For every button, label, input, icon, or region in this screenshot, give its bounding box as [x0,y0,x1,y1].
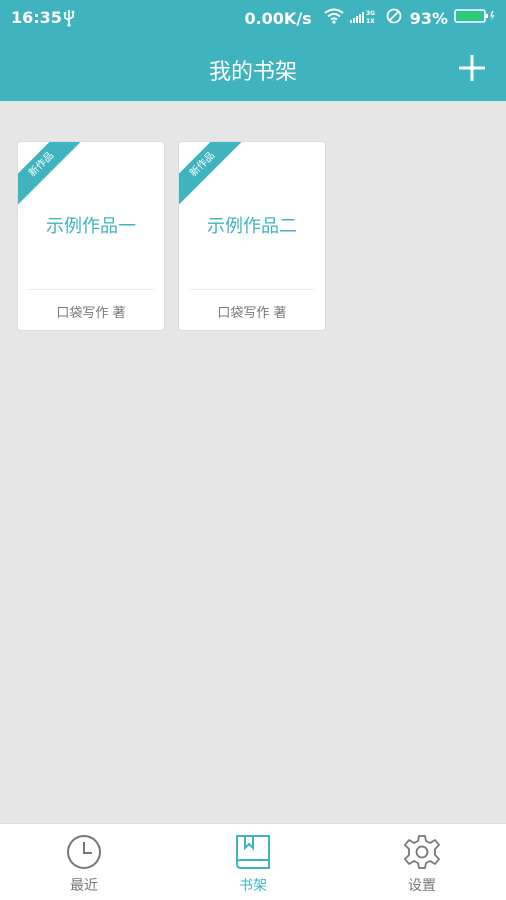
plus-icon [459,55,485,81]
add-book-button[interactable] [456,52,488,84]
clock-icon [67,835,101,869]
header: 我的书架 [0,36,506,101]
status-bar: 16:35 0.00K/s 3G 1X 93% [0,0,506,36]
tab-label: 最近 [70,878,98,894]
tab-recent[interactable]: 最近 [0,824,168,900]
svg-text:1X: 1X [366,18,375,24]
do-not-disturb-icon [386,8,402,28]
divider [28,289,154,290]
bookshelf: 新作品 示例作品一 口袋写作 著 新作品 示例作品二 口袋写作 著 [0,101,506,823]
book-title: 示例作品一 [46,216,136,237]
bottom-tab-bar: 最近 书架 设置 [0,823,506,900]
book-title: 示例作品二 [207,216,297,237]
status-indicators: 0.00K/s 3G 1X 93% [244,8,496,28]
tab-label: 设置 [408,878,436,894]
status-time: 16:35 [11,8,62,27]
tab-label: 书架 [239,878,267,894]
new-badge: 新作品 [18,142,86,209]
book-card[interactable]: 新作品 示例作品一 口袋写作 著 [17,141,165,331]
book-icon [236,835,270,869]
net-speed: 0.00K/s [244,8,312,28]
battery-percent: 93% [409,8,448,28]
wifi-icon [324,8,344,28]
new-badge: 新作品 [179,142,247,209]
svg-text:3G: 3G [366,10,375,17]
top-app-bar: 16:35 0.00K/s 3G 1X 93% 我的书架 [0,0,506,101]
book-author: 口袋写作 著 [56,306,126,321]
gear-icon [404,835,440,869]
tab-bookshelf[interactable]: 书架 [169,824,337,900]
book-author: 口袋写作 著 [217,306,287,321]
page-title: 我的书架 [208,60,297,85]
divider [189,289,315,290]
tab-settings[interactable]: 设置 [338,824,506,900]
battery-icon [454,8,496,28]
book-card[interactable]: 新作品 示例作品二 口袋写作 著 [178,141,326,331]
usb-icon [62,9,76,31]
signal-icon: 3G 1X [349,8,380,28]
